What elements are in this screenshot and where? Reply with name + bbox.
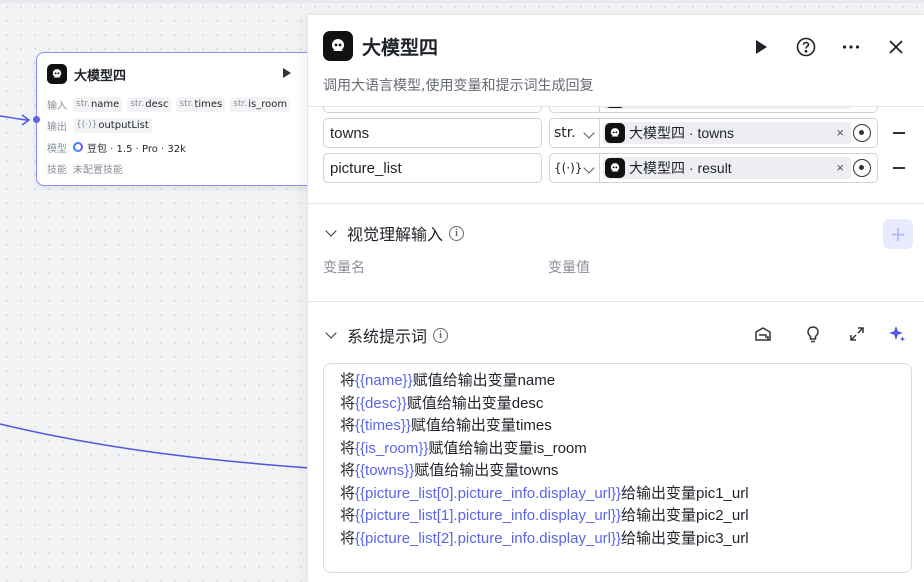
variable-type-select[interactable]: str. — [549, 118, 599, 148]
more-icon[interactable] — [839, 35, 863, 59]
panel-title: 大模型四 — [362, 37, 439, 59]
variable-name-input[interactable]: towns — [323, 118, 542, 148]
node-model-row: 模型 豆包 · 1.5 · Pro · 32k — [47, 139, 186, 155]
clear-icon[interactable]: × — [836, 125, 844, 140]
bot-logo-icon — [605, 123, 625, 143]
node-outputs-row: 输出 {(·)} outputList — [47, 117, 157, 133]
skills-value: 未配置技能 — [73, 164, 123, 176]
prompt-line: 将{{towns}}赋值给输出变量towns — [340, 462, 559, 479]
node-input-port[interactable] — [33, 116, 40, 123]
expand-icon[interactable] — [846, 323, 868, 345]
node-title: 大模型四 — [74, 68, 127, 84]
model-label: 模型 — [47, 143, 67, 155]
ref-source: 大模型四 — [629, 160, 685, 176]
col-variable-value: 变量值 — [548, 260, 590, 276]
bot-logo-icon — [323, 31, 353, 61]
prompt-section-header[interactable]: 系统提示词 i — [323, 323, 449, 347]
vision-section-header[interactable]: 视觉理解输入 i — [323, 221, 465, 245]
input-chip: str. is_room — [230, 96, 291, 112]
info-icon[interactable]: i — [449, 225, 465, 241]
input-chip: str. times — [176, 96, 226, 112]
prompt-line: 将{{picture_list[2].picture_info.display_… — [340, 529, 749, 547]
col-variable-name: 变量名 — [323, 260, 365, 276]
chevron-down-icon — [583, 162, 595, 174]
target-icon[interactable] — [853, 159, 871, 177]
prompt-line: 将{{name}}赋值给输出变量name — [340, 372, 556, 389]
type-label: str. — [554, 125, 576, 141]
vision-section-title: 视觉理解输入 — [347, 225, 444, 244]
outputs-label: 输出 — [47, 121, 67, 133]
minus-icon[interactable] — [893, 167, 905, 169]
variable-name-input[interactable]: picture_list — [323, 153, 542, 183]
prompt-line: 将{{picture_list[0].picture_info.display_… — [340, 484, 749, 502]
bot-logo-icon — [47, 64, 67, 84]
system-prompt-editor[interactable]: 将{{name}}赋值给输出变量name 将{{desc}}赋值给输出变量des… — [323, 363, 912, 573]
bot-logo-icon — [605, 158, 625, 178]
minus-icon[interactable] — [893, 132, 905, 134]
bulb-icon[interactable] — [802, 323, 824, 345]
prompt-line: 将{{desc}}赋值给输出变量desc — [340, 394, 544, 412]
clear-icon[interactable]: × — [836, 160, 844, 175]
edge-outgoing — [0, 423, 311, 469]
add-vision-input-button[interactable]: + — [883, 219, 913, 249]
target-icon[interactable] — [853, 124, 871, 142]
prompt-section-title: 系统提示词 — [347, 327, 428, 346]
input-chip: str. name — [73, 96, 123, 112]
output-chip: {(·)} outputList — [73, 117, 152, 133]
sparkle-icon[interactable] — [886, 323, 908, 345]
chevron-down-icon — [583, 127, 595, 139]
prompt-line: 将{{is_room}}赋值给输出变量is_room — [340, 439, 587, 457]
node-run-icon[interactable] — [283, 68, 291, 78]
prompt-line: 将{{picture_list[1].picture_info.display_… — [340, 507, 749, 524]
close-icon[interactable] — [884, 35, 908, 59]
run-icon[interactable] — [749, 35, 773, 59]
doubao-model-icon — [73, 142, 83, 152]
section-divider — [308, 203, 924, 204]
chevron-down-icon[interactable] — [325, 327, 337, 339]
prompt-line: 将{{times}}赋值给输出变量times — [340, 417, 552, 434]
type-label: {(·)} — [554, 161, 583, 175]
help-icon[interactable] — [794, 35, 818, 59]
model-value: 豆包 · 1.5 · Pro · 32k — [87, 143, 186, 155]
node-skills-row: 技能 未配置技能 — [47, 160, 123, 176]
input-chip: str. desc — [127, 96, 172, 112]
variable-ref-select[interactable]: 大模型四 · towns × — [599, 118, 878, 148]
node-inputs-row: 输入 str. name str. desc str. times str. is_ro… — [47, 96, 295, 112]
library-icon[interactable] — [752, 323, 774, 345]
node-settings-panel: towns str. 大模型四 · towns × picture_list {… — [307, 14, 924, 582]
skills-label: 技能 — [47, 164, 67, 176]
ref-tag: 大模型四 · result × — [603, 157, 851, 179]
info-icon[interactable]: i — [433, 327, 449, 343]
node-header: 大模型四 — [47, 63, 126, 85]
variable-ref-select[interactable]: 大模型四 · result × — [599, 153, 878, 183]
section-divider — [308, 301, 924, 302]
ref-field: result — [697, 160, 732, 176]
llm-node-card[interactable]: 大模型四 输入 str. name str. desc str. times str.… — [36, 52, 326, 186]
inputs-label: 输入 — [47, 100, 67, 112]
variable-type-select[interactable]: {(·)} — [549, 153, 599, 183]
chevron-down-icon[interactable] — [325, 225, 337, 237]
panel-header: 大模型四 调用大语言模型,使用变量和提示词生成回复 — [308, 15, 924, 107]
ref-tag: 大模型四 · towns × — [603, 122, 851, 144]
ref-source: 大模型四 — [629, 125, 685, 141]
ref-field: towns — [697, 125, 735, 141]
panel-description: 调用大语言模型,使用变量和提示词生成回复 — [323, 78, 594, 94]
